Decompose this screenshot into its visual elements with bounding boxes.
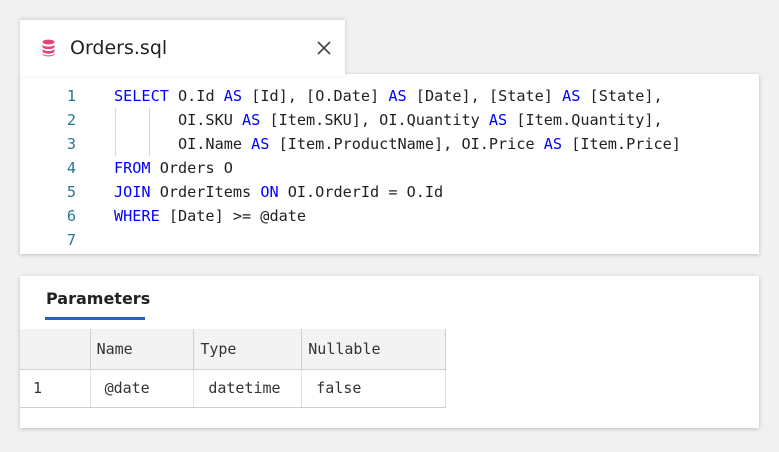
sql-text: [Item.ProductName], OI.Price <box>269 135 544 153</box>
sql-keyword: AS <box>562 87 581 105</box>
line-number: 5 <box>66 183 76 201</box>
line-number: 6 <box>66 207 76 225</box>
sql-text: OrderItems <box>150 183 261 201</box>
code-line[interactable]: 4 FROM Orders O <box>20 156 759 180</box>
sql-keyword: JOIN <box>114 183 151 201</box>
parameters-tab-indicator <box>45 317 145 320</box>
sql-text: O.Id <box>168 87 224 105</box>
sql-keyword: WHERE <box>114 207 160 225</box>
sql-text: [State], <box>580 87 663 105</box>
database-icon <box>42 39 55 57</box>
code-line[interactable]: 1 SELECT O.Id AS [Id], [O.Date] AS [Date]… <box>20 84 759 108</box>
code-text: OI.SKU AS [Item.SKU], OI.Quantity AS [It… <box>114 108 663 132</box>
code-line[interactable]: 5 JOIN OrderItems ON OI.OrderId = O.Id <box>20 180 759 204</box>
code-editor[interactable]: 1 SELECT O.Id AS [Id], [O.Date] AS [Date]… <box>20 74 759 254</box>
sql-text: [Item.Price] <box>562 135 681 153</box>
grid-header-name[interactable]: Name <box>90 329 195 370</box>
sql-text: [Id], [O.Date] <box>242 87 389 105</box>
code-text: WHERE [Date] >= @date <box>114 204 306 228</box>
sql-keyword: AS <box>488 111 508 129</box>
sql-keyword: AS <box>543 135 563 153</box>
grid-cell-name[interactable]: @date <box>90 369 195 408</box>
line-number: 3 <box>66 135 76 153</box>
sql-text: OI.SKU <box>114 111 243 129</box>
sql-text: [Date] >= @date <box>159 207 307 225</box>
sql-keyword: AS <box>251 135 270 153</box>
sql-keyword: AS <box>242 111 261 129</box>
code-line[interactable]: 6 WHERE [Date] >= @date <box>20 204 759 228</box>
sql-text: [Item.Quantity], <box>507 111 663 129</box>
grid-header-nullable[interactable]: Nullable <box>301 329 446 370</box>
line-number: 2 <box>66 111 76 129</box>
code-text: FROM Orders O <box>114 156 233 180</box>
sql-editor-screen: Orders.sql 1 SELECT O.Id AS [Id], [O.Date… <box>0 0 779 452</box>
grid-cell-nullable[interactable]: false <box>301 369 446 408</box>
code-line[interactable]: 3 OI.Name AS [Item.ProductName], OI.Pric… <box>20 132 759 156</box>
line-number: 4 <box>66 159 76 177</box>
parameters-grid[interactable]: Name Type Nullable 1 @date datetime fals… <box>20 329 446 408</box>
editor-tab-orders-sql[interactable]: Orders.sql <box>20 20 345 76</box>
grid-row-index: 1 <box>20 369 91 408</box>
sql-keyword: AS <box>388 87 407 105</box>
code-line[interactable]: 7 <box>20 228 759 252</box>
grid-header-index[interactable] <box>20 329 91 370</box>
sql-text: OI.OrderId = O.Id <box>278 183 444 201</box>
parameters-panel: Parameters Name Type Nullable 1 @date da… <box>20 276 759 428</box>
code-line[interactable]: 2 OI.SKU AS [Item.SKU], OI.Quantity AS [… <box>20 108 759 132</box>
sql-keyword: SELECT <box>114 87 169 105</box>
code-text: SELECT O.Id AS [Id], [O.Date] AS [Date],… <box>114 84 663 108</box>
line-number: 7 <box>66 231 76 249</box>
grid-header-type[interactable]: Type <box>193 329 303 370</box>
code-text: JOIN OrderItems ON OI.OrderId = O.Id <box>114 180 443 204</box>
parameters-tab[interactable]: Parameters <box>46 287 150 311</box>
sql-text: [Date], [State] <box>406 87 563 105</box>
sql-keyword: FROM <box>114 159 151 177</box>
grid-header-row: Name Type Nullable <box>20 329 446 370</box>
close-icon[interactable] <box>313 37 335 59</box>
code-text: OI.Name AS [Item.ProductName], OI.Price … <box>114 132 681 156</box>
sql-text: [Item.SKU], OI.Quantity <box>260 111 489 129</box>
code-lines[interactable]: 1 SELECT O.Id AS [Id], [O.Date] AS [Date]… <box>20 84 759 252</box>
tab-title: Orders.sql <box>70 37 168 59</box>
sql-keyword: AS <box>223 87 243 105</box>
line-number: 1 <box>66 87 76 105</box>
grid-row[interactable]: 1 @date datetime false <box>20 369 446 408</box>
sql-text: OI.Name <box>114 135 252 153</box>
grid-cell-type[interactable]: datetime <box>193 369 303 408</box>
sql-keyword: ON <box>260 183 279 201</box>
sql-text: Orders O <box>150 159 233 177</box>
